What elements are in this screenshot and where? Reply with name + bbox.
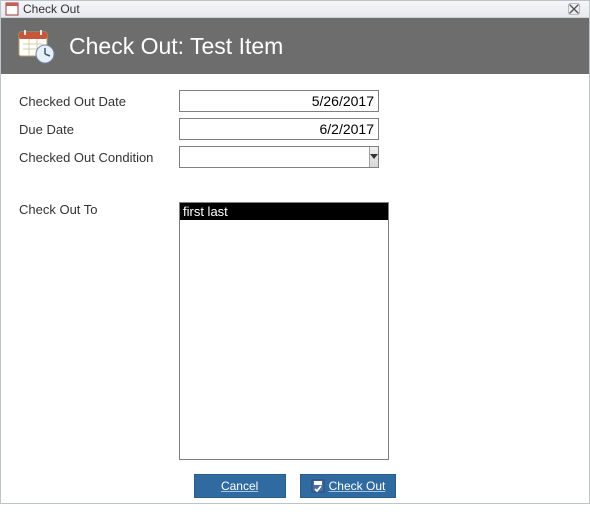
check-out-button-label: Check Out bbox=[329, 479, 386, 493]
check-out-button[interactable]: Check Out bbox=[300, 474, 397, 498]
checked-out-date-field[interactable] bbox=[179, 90, 379, 112]
condition-combo-input[interactable] bbox=[180, 147, 369, 167]
cancel-button-label: Cancel bbox=[221, 479, 258, 493]
condition-combo-button[interactable] bbox=[369, 147, 378, 167]
form-icon bbox=[5, 2, 19, 16]
header-band: Check Out: Test Item bbox=[1, 18, 589, 74]
header-title: Check Out: Test Item bbox=[69, 33, 283, 60]
label-condition: Checked Out Condition bbox=[19, 150, 179, 165]
form-content: Checked Out Date Due Date Checked Out Co… bbox=[1, 74, 589, 460]
chevron-down-icon bbox=[370, 154, 378, 160]
title-bar: Check Out bbox=[1, 1, 589, 18]
row-check-out-to: Check Out To first last bbox=[19, 202, 571, 460]
window-title: Check Out bbox=[23, 2, 80, 16]
due-date-field[interactable] bbox=[179, 118, 379, 140]
label-due-date: Due Date bbox=[19, 122, 179, 137]
dialog-footer: Cancel Check Out bbox=[1, 460, 589, 516]
condition-combo[interactable] bbox=[179, 146, 379, 168]
spacer bbox=[19, 174, 571, 202]
row-condition: Checked Out Condition bbox=[19, 146, 571, 168]
list-item[interactable]: first last bbox=[180, 203, 388, 220]
row-checked-out-date: Checked Out Date bbox=[19, 90, 571, 112]
row-due-date: Due Date bbox=[19, 118, 571, 140]
label-checked-out-date: Checked Out Date bbox=[19, 94, 179, 109]
check-out-to-listbox[interactable]: first last bbox=[179, 202, 389, 460]
close-icon bbox=[568, 3, 580, 15]
label-check-out-to: Check Out To bbox=[19, 202, 179, 217]
dialog-window: Check Out Check Out: Test Item bbox=[0, 0, 590, 504]
save-check-icon bbox=[311, 479, 325, 493]
calendar-clock-icon bbox=[15, 26, 55, 66]
close-button[interactable] bbox=[563, 1, 585, 17]
cancel-button[interactable]: Cancel bbox=[194, 474, 286, 498]
